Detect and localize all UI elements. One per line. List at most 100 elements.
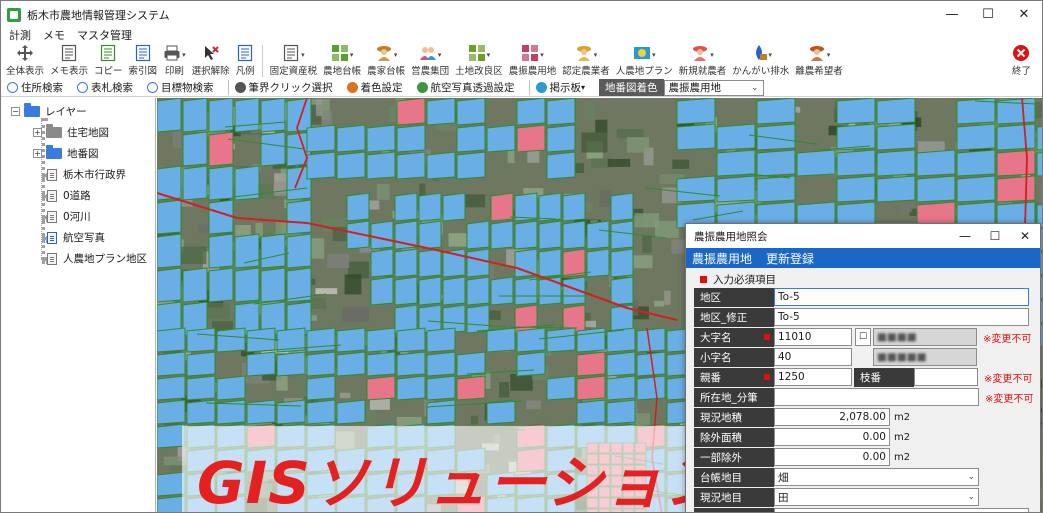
parcel-click-icon xyxy=(234,82,246,93)
dropdown-arrow-icon[interactable]: ▾ xyxy=(301,51,305,59)
dropdown-arrow-icon[interactable]: ▾ xyxy=(594,51,598,59)
required-marker-icon xyxy=(764,373,770,380)
layer-item-label: 0道路 xyxy=(63,190,91,202)
dialog-close-button[interactable]: ✕ xyxy=(1010,224,1040,248)
toolbar-button-8[interactable]: ▾ 農地台帳 xyxy=(320,43,364,79)
toolbar2-item-5[interactable]: 航空写真透過設定 xyxy=(416,80,515,95)
toolbar-button-3[interactable]: 索引図 xyxy=(126,43,161,79)
dropdown-arrow-icon[interactable]: ▾ xyxy=(182,51,186,59)
lookup-button[interactable]: ☐ xyxy=(855,328,871,346)
toolbar-button-9[interactable]: ▾ 農家台帳 xyxy=(364,43,408,79)
dropdown-arrow-icon[interactable]: ▾ xyxy=(394,51,398,59)
layer-item-0[interactable]: + 住宅地図 xyxy=(33,124,109,140)
toolbar-button-1[interactable]: メモ表示 xyxy=(47,43,91,79)
expand-icon[interactable]: + xyxy=(33,149,42,158)
field-input[interactable] xyxy=(774,388,979,406)
required-marker-icon xyxy=(764,333,770,340)
dropdown-arrow-icon[interactable]: ▾ xyxy=(540,51,544,59)
dropdown-arrow-icon[interactable]: ▾ xyxy=(710,51,714,59)
toolbar2-item-6[interactable]: 掲示板 ▾ xyxy=(535,80,585,95)
toolbar-button-10[interactable]: ▾ 営農集団 xyxy=(408,43,452,79)
dropdown-arrow-icon[interactable]: ▾ xyxy=(827,51,831,59)
field-sub-input[interactable] xyxy=(914,368,978,386)
toolbar-button-14[interactable]: ▾ 人農地プラン xyxy=(613,43,676,79)
dialog-maximize-button[interactable]: ☐ xyxy=(980,224,1010,248)
dropdown-arrow-icon[interactable]: ▾ xyxy=(769,51,773,59)
toolbar2-item-0[interactable]: 住所検索 xyxy=(7,80,63,95)
field-input[interactable]: 40 xyxy=(774,348,852,366)
chevron-down-icon: ⌄ xyxy=(967,472,975,482)
dialog-update-register[interactable]: 更新登録 xyxy=(766,250,814,267)
toolbar2-item-1[interactable]: 表札検索 xyxy=(77,80,133,95)
toolbar-button-15[interactable]: ▾ 新規就農者 xyxy=(676,43,730,79)
toolbar-button-2[interactable]: コピー xyxy=(91,43,126,79)
coloring-select[interactable]: 農振農用地 ⌄ xyxy=(663,79,764,96)
title-bar: 栃木市農地情報管理システム — ☐ ✕ xyxy=(1,1,1042,28)
dropdown-arrow-icon[interactable]: ▾ xyxy=(438,51,442,59)
toolbar-button-11[interactable]: ▾ 土地改良区 xyxy=(452,43,506,79)
collapse-icon[interactable]: − xyxy=(11,107,20,116)
toolbar-button-4[interactable]: ▾ 印刷 xyxy=(160,43,189,79)
magnifier-icon xyxy=(147,82,158,93)
layer-item-2[interactable]: 栃木市行政界 xyxy=(47,167,126,182)
dropdown-arrow-icon[interactable]: ▾ xyxy=(487,51,491,59)
toolbar-button-7[interactable]: ▾ 固定資産税 xyxy=(267,43,321,79)
toolbar2-label: 筆界クリック選択 xyxy=(248,82,333,94)
field-row-7: 除外面積 0.00 m2 xyxy=(694,427,910,447)
menu-measure[interactable]: 計測 xyxy=(9,27,31,43)
chevron-down-icon: ⌄ xyxy=(967,492,975,502)
toolbar-button-12[interactable]: ▾ 農振農用地 xyxy=(506,43,560,79)
agri-promotion-dialog: 農振農用地照会 — ☐ ✕ 農振農用地 更新登録 入力必須項目 地区 To-5 地区… xyxy=(685,223,1041,512)
toolbar-button-17[interactable]: ▾ 離農希望者 xyxy=(792,43,846,79)
toolbar-label: 離農希望者 xyxy=(795,66,843,77)
toolbar-button-16[interactable]: ▾ かんがい排水 xyxy=(729,43,792,79)
menu-master[interactable]: マスタ管理 xyxy=(77,27,132,43)
dropdown-arrow-icon[interactable]: ▾ xyxy=(350,51,354,59)
dialog-minimize-button[interactable]: — xyxy=(950,224,980,248)
field-label: 現況地目 xyxy=(694,487,774,507)
field-label: 地区 xyxy=(694,287,774,307)
field-select[interactable]: 田 ⌄ xyxy=(774,488,979,506)
toolbar-button-0[interactable]: 全体表示 xyxy=(3,43,47,79)
layer-item-5[interactable]: 航空写真 xyxy=(47,230,105,245)
field-input[interactable]: 11010 xyxy=(774,328,852,346)
field-input[interactable]: 0.00 xyxy=(774,428,890,446)
field-select[interactable]: 畑 ⌄ xyxy=(774,468,979,486)
minimize-button[interactable]: — xyxy=(934,1,970,28)
toolbar2-item-2[interactable]: 目標物検索 xyxy=(147,80,214,95)
dropdown-arrow-icon[interactable]: ▾ xyxy=(652,51,656,59)
field-input[interactable]: 2,078.00 xyxy=(774,408,890,426)
layer-item-label: 栃木市行政界 xyxy=(63,169,126,181)
layer-root[interactable]: − レイヤー xyxy=(11,103,87,119)
menu-memo[interactable]: メモ xyxy=(43,27,65,43)
layer-item-3[interactable]: 0道路 xyxy=(47,188,91,203)
layer-item-1[interactable]: + 地番図 xyxy=(33,145,99,161)
field-input[interactable]: To-5 xyxy=(774,308,1029,326)
magnifier-icon xyxy=(7,82,18,93)
toolbar-button-13[interactable]: ▾ 認定農業者 xyxy=(559,43,613,79)
toolbar2-item-3[interactable]: 筆界クリック選択 xyxy=(234,80,333,95)
tax-ledger-icon xyxy=(282,44,300,62)
toolbar-button-6[interactable]: 凡例 xyxy=(233,43,258,79)
memo-icon xyxy=(60,44,78,62)
field-row-5: 所在地_分筆 ※変更不可 xyxy=(694,387,1033,407)
layer-item-6[interactable]: 人農地プラン地区 xyxy=(47,251,147,266)
farmer-ledger-icon xyxy=(375,44,393,62)
layer-item-4[interactable]: 0河川 xyxy=(47,209,91,224)
toolbar2-item-4[interactable]: 着色設定 xyxy=(346,80,403,95)
toolbar-button-18[interactable]: 終了 xyxy=(1009,43,1034,79)
maximize-button[interactable]: ☐ xyxy=(970,1,1006,28)
field-name-display: ■■■■ xyxy=(873,328,977,346)
field-input[interactable]: To-5 xyxy=(774,288,1029,306)
field-sub-label: 枝番 xyxy=(854,367,914,387)
crosshair-move-icon xyxy=(16,44,34,62)
expand-icon[interactable]: + xyxy=(33,128,42,137)
toolbar-button-5[interactable]: 選択解除 xyxy=(189,43,233,79)
field-input[interactable]: 1250 xyxy=(774,368,852,386)
toolbar2-label: 目標物検索 xyxy=(161,82,214,94)
close-button[interactable]: ✕ xyxy=(1006,1,1042,28)
toolbar-label: 認定農業者 xyxy=(562,66,610,77)
field-select[interactable]: ⌄ xyxy=(774,508,1029,512)
dialog-title-bar: 農振農用地照会 — ☐ ✕ xyxy=(686,224,1040,248)
field-input[interactable]: 0.00 xyxy=(774,448,890,466)
